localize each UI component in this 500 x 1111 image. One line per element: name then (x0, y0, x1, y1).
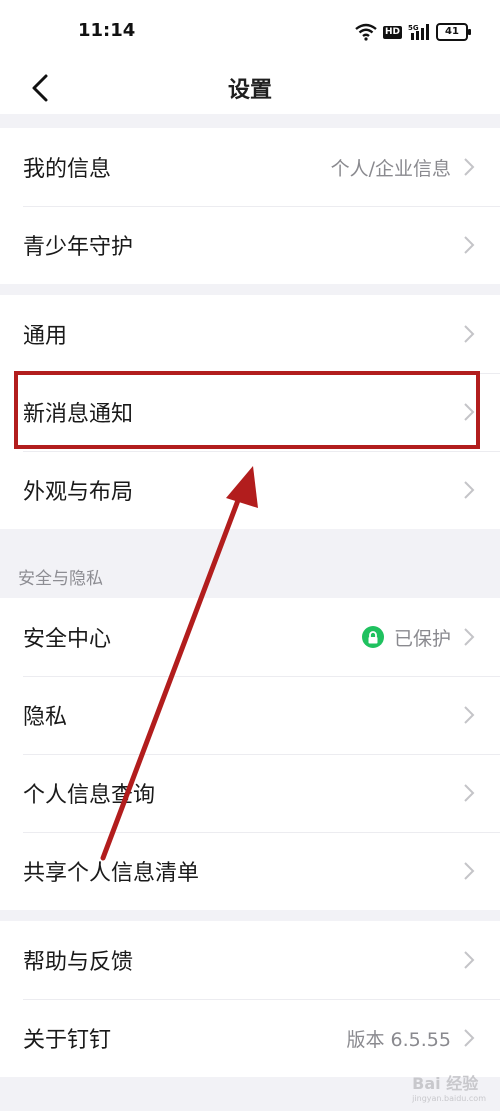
row-security-center[interactable]: 安全中心 已保护 (0, 598, 500, 676)
row-personal-info-query[interactable]: 个人信息查询 (0, 754, 500, 832)
watermark-logo: Bai 经验 jingyan.baidu.com (412, 1070, 486, 1103)
chevron-right-icon (464, 784, 475, 802)
hd-icon: HD (382, 25, 402, 39)
row-appearance-layout[interactable]: 外观与布局 (0, 451, 500, 529)
row-label: 安全中心 (23, 627, 112, 652)
settings-group-general: 通用 新消息通知 外观与布局 (0, 295, 500, 529)
battery-icon: 41 (436, 23, 471, 41)
row-new-message-notification[interactable]: 新消息通知 (0, 373, 500, 451)
settings-group-about: 帮助与反馈 关于钉钉 版本 6.5.55 (0, 921, 500, 1077)
row-label: 个人信息查询 (23, 783, 156, 808)
chevron-right-icon (464, 862, 475, 880)
settings-group-security: 安全中心 已保护 隐私 个人信息查询 共享个人信息清单 (0, 598, 500, 910)
row-youth-protection[interactable]: 青少年守护 (0, 206, 500, 284)
chevron-right-icon (464, 236, 475, 254)
svg-text:5G: 5G (408, 24, 419, 32)
row-value: 个人/企业信息 (330, 157, 451, 180)
row-help-feedback[interactable]: 帮助与反馈 (0, 921, 500, 999)
section-header-security-privacy: 安全与隐私 (18, 569, 103, 589)
chevron-right-icon (464, 481, 475, 499)
row-about-dingtalk[interactable]: 关于钉钉 版本 6.5.55 (0, 999, 500, 1077)
row-label: 帮助与反馈 (23, 950, 134, 975)
row-label: 关于钉钉 (23, 1028, 112, 1053)
page-title: 设置 (227, 78, 272, 103)
row-general[interactable]: 通用 (0, 295, 500, 373)
chevron-right-icon (464, 706, 475, 724)
row-value: 版本 6.5.55 (346, 1028, 451, 1051)
row-label: 隐私 (23, 705, 68, 730)
nav-header: 设置 (0, 62, 500, 114)
chevron-right-icon (464, 1029, 475, 1047)
chevron-right-icon (464, 628, 475, 646)
watermark-text: Bai 经验 (412, 1074, 479, 1093)
row-privacy[interactable]: 隐私 (0, 676, 500, 754)
row-value: 已保护 (393, 627, 451, 650)
chevron-right-icon (464, 158, 475, 176)
settings-group-profile: 我的信息 个人/企业信息 青少年守护 (0, 128, 500, 284)
row-my-info[interactable]: 我的信息 个人/企业信息 (0, 128, 500, 206)
battery-level: 41 (445, 26, 459, 37)
status-bar: 11:14 HD 5G 41 (0, 0, 500, 62)
signal-5g-icon: 5G (408, 24, 429, 40)
watermark-sub: jingyan.baidu.com (412, 1094, 486, 1103)
chevron-right-icon (464, 325, 475, 343)
status-icons: HD 5G 41 (355, 20, 471, 44)
status-time: 11:14 (78, 20, 136, 41)
row-label: 我的信息 (23, 157, 112, 182)
wifi-icon (355, 23, 377, 41)
row-shared-info-list[interactable]: 共享个人信息清单 (0, 832, 500, 910)
chevron-right-icon (464, 403, 475, 421)
lock-icon (361, 626, 384, 648)
row-label: 新消息通知 (23, 402, 134, 427)
row-label: 共享个人信息清单 (23, 861, 200, 886)
row-label: 青少年守护 (23, 235, 134, 260)
row-label: 外观与布局 (23, 480, 134, 505)
row-label: 通用 (23, 324, 68, 349)
chevron-right-icon (464, 951, 475, 969)
